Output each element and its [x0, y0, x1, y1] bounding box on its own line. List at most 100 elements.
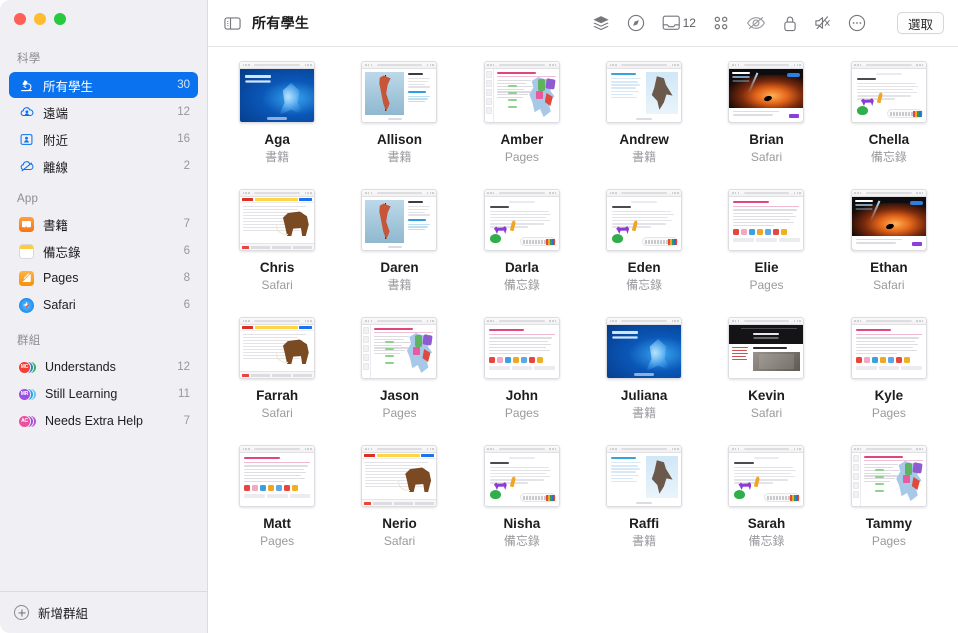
student-screen-thumbnail[interactable] [239, 317, 316, 379]
sidebar-toggle-icon[interactable] [224, 16, 241, 31]
student-screen-thumbnail[interactable] [361, 61, 438, 123]
student-screen-thumbnail[interactable] [239, 189, 316, 251]
student-card[interactable]: Tammy Pages [828, 445, 950, 549]
sidebar-item-remote[interactable]: 遠端 12 [9, 99, 198, 125]
student-name: Nisha [503, 516, 541, 531]
main-content: 所有學生 12 選取 Aga 書籍 Allison 書籍 Amber Pages… [208, 0, 958, 633]
student-card[interactable]: Ethan Safari [828, 189, 950, 293]
sidebar-item-all-students[interactable]: 所有學生 30 [9, 72, 198, 98]
thumbnail-window-chrome [362, 190, 437, 197]
sidebar-scroll-area[interactable]: 科學 所有學生 30 遠端 12 附近 16 離線 2 App 書籍 7 備忘錄… [0, 38, 207, 591]
student-screen-thumbnail[interactable] [483, 189, 560, 251]
sidebar-item-pages[interactable]: Pages 8 [9, 265, 198, 291]
sidebar-item-needs-extra-help[interactable]: AC Needs Extra Help 7 [9, 408, 198, 434]
student-screen-thumbnail[interactable] [239, 61, 316, 123]
select-button[interactable]: 選取 [896, 12, 944, 34]
zoom-window-button[interactable] [54, 13, 66, 25]
thumbnail-content [729, 197, 804, 250]
lock-icon[interactable] [783, 15, 797, 32]
student-name: Sarah [747, 516, 786, 531]
student-screen-thumbnail[interactable] [239, 445, 316, 507]
student-card[interactable]: Chris Safari [216, 189, 338, 293]
student-card[interactable]: Jason Pages [338, 317, 460, 421]
sidebar-item-count: 12 [177, 361, 190, 373]
student-card[interactable]: Elie Pages [705, 189, 827, 293]
student-screen-thumbnail[interactable] [361, 445, 438, 507]
sidebar-item-understands[interactable]: MC Understands 12 [9, 354, 198, 380]
student-screen-thumbnail[interactable] [361, 317, 438, 379]
student-card[interactable]: Sarah 備忘錄 [705, 445, 827, 549]
student-card[interactable]: Nisha 備忘錄 [461, 445, 583, 549]
student-screen-thumbnail[interactable] [850, 445, 927, 507]
student-card[interactable]: Chella 備忘錄 [828, 61, 950, 165]
compass-icon[interactable] [627, 14, 645, 32]
student-card[interactable]: Andrew 書籍 [583, 61, 705, 165]
thumbnail-content [240, 325, 315, 378]
student-card[interactable]: Farrah Safari [216, 317, 338, 421]
students-grid-scroll[interactable]: Aga 書籍 Allison 書籍 Amber Pages Andrew 書籍 … [208, 47, 958, 633]
thumbnail-window-chrome [729, 190, 804, 197]
thumbnail-content [484, 453, 559, 506]
sidebar-section-header-groups: 群組 [17, 335, 41, 347]
student-card[interactable]: Juliana 書籍 [583, 317, 705, 421]
student-card[interactable]: Raffi 書籍 [583, 445, 705, 549]
ellipsis-circle-icon[interactable] [848, 14, 866, 32]
thumbnail-window-chrome [729, 62, 804, 69]
student-screen-thumbnail[interactable] [728, 445, 805, 507]
student-screen-thumbnail[interactable] [483, 61, 560, 123]
sidebar-item-notes[interactable]: 備忘錄 6 [9, 238, 198, 264]
add-group-button[interactable]: 新增群組 [0, 591, 207, 633]
student-card[interactable]: Daren 書籍 [338, 189, 460, 293]
sidebar-item-label: Safari [43, 298, 76, 312]
student-name: Ethan [870, 260, 908, 275]
thumbnail-window-chrome [851, 318, 926, 325]
student-screen-thumbnail[interactable] [606, 317, 683, 379]
student-screen-thumbnail[interactable] [606, 445, 683, 507]
student-screen-thumbnail[interactable] [850, 317, 927, 379]
student-card[interactable]: Eden 備忘錄 [583, 189, 705, 293]
sidebar-item-label: 離線 [43, 160, 69, 175]
student-card[interactable]: Aga 書籍 [216, 61, 338, 165]
apps-grid-icon[interactable] [713, 15, 729, 31]
student-card[interactable]: John Pages [461, 317, 583, 421]
layers-icon[interactable] [592, 15, 610, 32]
student-name: Brian [749, 132, 784, 147]
plus-circle-icon [14, 605, 29, 620]
student-screen-thumbnail[interactable] [850, 189, 927, 251]
thumbnail-content [362, 69, 437, 122]
sidebar-item-offline[interactable]: 離線 2 [9, 153, 198, 179]
student-screen-thumbnail[interactable] [483, 317, 560, 379]
student-card[interactable]: Kyle Pages [828, 317, 950, 421]
student-card[interactable]: Nerio Safari [338, 445, 460, 549]
student-app-label: 備忘錄 [748, 534, 785, 548]
student-screen-thumbnail[interactable] [728, 189, 805, 251]
student-card[interactable]: Allison 書籍 [338, 61, 460, 165]
student-app-label: 備忘錄 [870, 150, 907, 164]
student-screen-thumbnail[interactable] [728, 61, 805, 123]
inbox-tray-icon[interactable]: 12 [662, 15, 696, 31]
close-window-button[interactable] [14, 13, 26, 25]
minimize-window-button[interactable] [34, 13, 46, 25]
thumbnail-content [851, 197, 926, 250]
student-card[interactable]: Brian Safari [705, 61, 827, 165]
student-card[interactable]: Matt Pages [216, 445, 338, 549]
student-screen-thumbnail[interactable] [728, 317, 805, 379]
eye-slash-icon[interactable] [746, 15, 766, 31]
sidebar-item-still-learning[interactable]: MR Still Learning 11 [9, 381, 198, 407]
student-screen-thumbnail[interactable] [606, 189, 683, 251]
thumbnail-window-chrome [607, 190, 682, 197]
sidebar-item-books[interactable]: 書籍 7 [9, 211, 198, 237]
student-screen-thumbnail[interactable] [361, 189, 438, 251]
speaker-mute-icon[interactable] [814, 15, 831, 31]
thumbnail-window-chrome [240, 62, 315, 69]
cloud-slash-icon [18, 158, 35, 175]
student-screen-thumbnail[interactable] [850, 61, 927, 123]
student-card[interactable]: Kevin Safari [705, 317, 827, 421]
sidebar-item-safari[interactable]: Safari 6 [9, 292, 198, 318]
student-screen-thumbnail[interactable] [606, 61, 683, 123]
student-card[interactable]: Amber Pages [461, 61, 583, 165]
sidebar-item-nearby[interactable]: 附近 16 [9, 126, 198, 152]
student-name: Raffi [629, 516, 660, 531]
student-card[interactable]: Darla 備忘錄 [461, 189, 583, 293]
student-screen-thumbnail[interactable] [483, 445, 560, 507]
